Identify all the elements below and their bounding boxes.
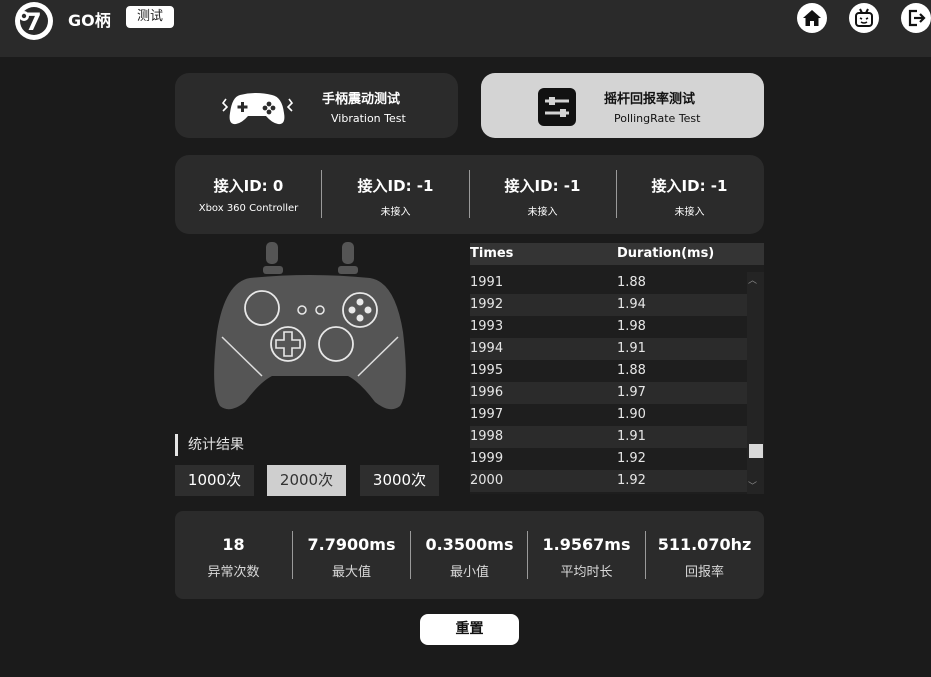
stat-average: 1.9567ms 平均时长 — [528, 511, 645, 599]
home-icon — [803, 10, 821, 26]
controller-slot-3[interactable]: 接入ID: -1 未接入 — [616, 155, 763, 234]
vibration-test-subtitle: Vibration Test — [331, 112, 406, 125]
stats-section-label: 统计结果 — [175, 434, 244, 456]
table-cell: 1994 — [470, 341, 504, 356]
count-3000-button[interactable]: 3000次 — [360, 465, 439, 496]
mode-badge: 测试 — [126, 6, 174, 28]
table-row: 1994 1.91 — [470, 338, 747, 360]
logout-button[interactable] — [901, 3, 931, 33]
gamepad-illustration — [214, 242, 406, 410]
controller-slot-status: 未接入 — [380, 207, 411, 218]
polling-rate-test-subtitle: PollingRate Test — [614, 112, 701, 125]
table-row: 1995 1.88 — [470, 360, 747, 382]
stat-value: 511.070hz — [657, 535, 752, 554]
column-header-times: Times — [470, 246, 514, 261]
table-row: 1999 1.92 — [470, 448, 747, 470]
table-cell: 1.94 — [617, 297, 646, 312]
vibration-test-title: 手柄震动测试 — [322, 92, 401, 107]
controller-slot-title: 接入ID: -1 — [357, 177, 434, 195]
table-row: 1991 1.88 — [470, 272, 747, 294]
count-2000-button[interactable]: 2000次 — [267, 465, 346, 496]
stat-label: 回报率 — [684, 565, 724, 580]
controller-slot-1[interactable]: 接入ID: -1 未接入 — [322, 155, 469, 234]
table-cell: 1.90 — [617, 407, 646, 422]
table-cell: 1.91 — [617, 341, 646, 356]
scrollbar-thumb[interactable] — [749, 444, 763, 458]
reset-button[interactable]: 重置 — [420, 614, 519, 645]
stat-value: 1.9567ms — [542, 535, 631, 554]
table-cell: 1992 — [470, 297, 504, 312]
table-row: 2000 1.92 — [470, 470, 747, 492]
table-row: 1993 1.98 — [470, 316, 747, 338]
logout-icon — [908, 9, 926, 27]
table-cell: 1.91 — [617, 429, 646, 444]
svg-text:7: 7 — [25, 8, 42, 36]
stat-value: 18 — [222, 535, 245, 554]
stat-min: 0.3500ms 最小值 — [411, 511, 528, 599]
stat-polling-rate: 511.070hz 回报率 — [646, 511, 763, 599]
table-cell: 1.92 — [617, 473, 646, 488]
go-logo-icon: 7 — [15, 2, 53, 40]
table-cell: 1996 — [470, 385, 504, 400]
table-row: 1996 1.97 — [470, 382, 747, 404]
table-cell: 1999 — [470, 451, 504, 466]
table-row: 1998 1.91 — [470, 426, 747, 448]
table-cell: 1991 — [470, 275, 504, 290]
stat-value: 0.3500ms — [425, 535, 514, 554]
controller-id-bar: 接入ID: 0 Xbox 360 Controller 接入ID: -1 未接入… — [175, 155, 764, 234]
table-row: 1997 1.90 — [470, 404, 747, 426]
top-bar: 7 GO柄 测试 — [0, 0, 931, 57]
count-1000-button[interactable]: 1000次 — [175, 465, 254, 496]
table-cell: 1.97 — [617, 385, 646, 400]
stat-max: 7.7900ms 最大值 — [293, 511, 410, 599]
stat-value: 7.7900ms — [307, 535, 396, 554]
summary-stats-panel: 18 异常次数 7.7900ms 最大值 0.3500ms 最小值 1.9567… — [175, 511, 764, 599]
scroll-up-icon[interactable]: ︿ — [748, 273, 757, 286]
app-brand: GO柄 — [68, 11, 111, 30]
table-header: Times Duration(ms) — [470, 243, 764, 265]
table-cell: 1.92 — [617, 451, 646, 466]
bilibili-tv-icon — [855, 8, 873, 27]
controller-slot-status: Xbox 360 Controller — [198, 203, 299, 214]
sliders-icon — [538, 88, 576, 126]
gamepad-vibration-icon — [221, 93, 294, 125]
controller-slot-2[interactable]: 接入ID: -1 未接入 — [469, 155, 616, 234]
controller-slot-title: 接入ID: -1 — [651, 177, 728, 195]
vibration-test-card[interactable]: 手柄震动测试 Vibration Test — [175, 73, 458, 138]
controller-slot-0[interactable]: 接入ID: 0 Xbox 360 Controller — [175, 155, 322, 234]
stat-label: 平均时长 — [560, 565, 613, 580]
tv-button[interactable] — [849, 3, 879, 33]
polling-rate-test-card[interactable]: 摇杆回报率测试 PollingRate Test — [481, 73, 764, 138]
controller-slot-title: 接入ID: -1 — [504, 177, 581, 195]
stat-anomaly-count: 18 异常次数 — [175, 511, 292, 599]
table-cell: 1998 — [470, 429, 504, 444]
polling-rate-test-title: 摇杆回报率测试 — [604, 92, 696, 107]
polling-data-table[interactable]: Times Duration(ms) 1991 1.88 1992 1.94 199… — [470, 243, 764, 494]
table-cell: 1.98 — [617, 319, 646, 334]
stat-label: 最大值 — [331, 565, 371, 580]
controller-slot-title: 接入ID: 0 — [213, 177, 284, 195]
table-cell: 1997 — [470, 407, 504, 422]
table-cell: 1995 — [470, 363, 504, 378]
scroll-down-icon[interactable]: ﹀ — [748, 479, 757, 492]
stat-label: 最小值 — [449, 565, 489, 580]
table-row: 1992 1.94 — [470, 294, 747, 316]
controller-slot-status: 未接入 — [527, 207, 558, 218]
table-cell: 1.88 — [617, 275, 646, 290]
controller-slot-status: 未接入 — [674, 207, 705, 218]
table-cell: 1.88 — [617, 363, 646, 378]
table-cell: 1993 — [470, 319, 504, 334]
home-button[interactable] — [797, 3, 827, 33]
table-scrollbar[interactable] — [747, 272, 764, 494]
column-header-duration: Duration(ms) — [617, 246, 715, 261]
stat-label: 异常次数 — [207, 565, 260, 580]
table-cell: 2000 — [470, 473, 504, 488]
